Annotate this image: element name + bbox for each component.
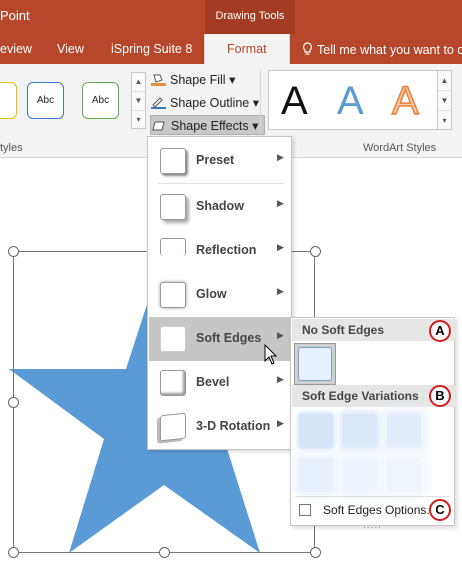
shape-styles-scroll[interactable]: ▲ ▼ ▾ [131, 72, 146, 129]
chevron-right-icon: ▶ [277, 152, 284, 162]
menu-divider [158, 183, 284, 184]
bevel-icon [160, 370, 186, 396]
shape-style-gold[interactable] [0, 82, 17, 119]
shape-styles-group-label: tyles [0, 142, 23, 154]
wordart-style-orange[interactable]: A [391, 78, 419, 124]
menu-item-shadow[interactable]: Shadow ▶ [149, 185, 291, 229]
wordart-style-blue[interactable]: A [337, 79, 364, 123]
pencil-icon [151, 97, 166, 109]
menu-item-label: Bevel [196, 375, 230, 389]
menu-item-bevel[interactable]: Bevel ▶ [149, 361, 291, 405]
wordart-scroll[interactable]: ▲ ▼ ▾ [437, 70, 452, 130]
scroll-up-icon[interactable]: ▲ [438, 71, 451, 91]
more-icon[interactable]: ▾ [438, 111, 451, 131]
glow-icon [160, 282, 186, 308]
scroll-down-icon[interactable]: ▼ [132, 92, 145, 111]
reflection-icon [160, 238, 186, 256]
chevron-right-icon: ▶ [277, 374, 284, 384]
shadow-icon [160, 194, 186, 220]
drawing-tools-context-tab: Drawing Tools [205, 0, 295, 34]
no-soft-edges-preview [298, 347, 332, 381]
shape-fill-label: Shape Fill [170, 73, 226, 87]
soft-edges-options-label: Soft Edges Options... [323, 503, 437, 517]
menu-item-label: Reflection [196, 243, 257, 257]
title-bar: Point Drawing Tools [0, 0, 462, 34]
soft-edges-submenu: No Soft Edges Soft Edge Variations Soft … [290, 317, 455, 531]
no-soft-edges-swatch[interactable] [294, 343, 336, 385]
tab-format[interactable]: Format [204, 34, 290, 64]
menu-item-label: 3-D Rotation [196, 419, 271, 433]
tab-ispring-suite[interactable]: iSpring Suite 8 [111, 42, 192, 56]
menu-item-label: Glow [196, 287, 227, 301]
scroll-up-icon[interactable]: ▲ [132, 73, 145, 92]
tell-me-label: Tell me what you want to d [317, 43, 462, 57]
shape-effects-button[interactable]: Shape Effects ▾ [150, 115, 266, 135]
soft-edge-variation[interactable] [387, 458, 421, 492]
soft-edge-variation[interactable] [299, 458, 333, 492]
app-title: Point [0, 8, 30, 23]
resize-handle[interactable] [8, 397, 19, 408]
wordart-group-label: WordArt Styles [363, 142, 437, 154]
resize-handle[interactable] [159, 547, 170, 558]
shape-style-blue[interactable]: Abc [27, 82, 64, 119]
menu-item-glow[interactable]: Glow ▶ [149, 273, 291, 317]
resize-handle[interactable] [8, 547, 19, 558]
tell-me-search[interactable]: Tell me what you want to d [302, 42, 462, 57]
chevron-right-icon: ▶ [277, 330, 284, 340]
menu-item-reflection[interactable]: Reflection ▶ [149, 229, 291, 273]
scroll-down-icon[interactable]: ▼ [438, 91, 451, 111]
wordart-gallery: A A A [268, 70, 438, 130]
shape-outline-label: Shape Outline [170, 96, 250, 110]
menu-item-preset[interactable]: Preset ▶ [149, 139, 291, 183]
resize-grip[interactable]: ..... [363, 520, 382, 531]
submenu-divider [295, 496, 450, 497]
shape-fill-button[interactable]: Shape Fill ▾ [150, 70, 235, 90]
mouse-cursor-icon [264, 344, 278, 365]
menu-item-label: Shadow [196, 199, 244, 213]
chevron-right-icon: ▶ [277, 198, 284, 208]
shape-effects-icon [152, 121, 165, 131]
resize-handle[interactable] [8, 246, 19, 257]
shape-effects-menu: Preset ▶ Shadow ▶ Reflection ▶ Glow ▶ So… [147, 136, 292, 450]
tab-view[interactable]: View [57, 42, 84, 56]
soft-edge-variation[interactable] [343, 458, 377, 492]
paint-bucket-icon [151, 74, 166, 86]
lightbulb-icon [303, 42, 312, 55]
annotation-badge-b: B [429, 385, 451, 407]
more-icon[interactable]: ▾ [132, 111, 145, 130]
preset-icon [160, 148, 186, 174]
soft-edges-options-icon [299, 504, 311, 516]
tab-review[interactable]: eview [0, 42, 32, 56]
annotation-badge-a: A [429, 320, 451, 342]
menu-item-3d-rotation[interactable]: 3-D Rotation ▶ [149, 405, 291, 449]
resize-handle[interactable] [310, 547, 321, 558]
shape-style-green[interactable]: Abc [82, 82, 119, 119]
annotation-badge-c: C [429, 499, 451, 521]
soft-edge-variation[interactable] [343, 414, 377, 448]
shape-outline-button[interactable]: Shape Outline ▾ [150, 93, 259, 113]
ribbon-tab-row: eview View iSpring Suite 8 Format Tell m… [0, 34, 462, 64]
soft-edges-icon [160, 326, 186, 352]
menu-item-label: Soft Edges [196, 331, 262, 345]
chevron-right-icon: ▶ [277, 242, 284, 252]
3d-rotation-icon [160, 412, 186, 442]
chevron-right-icon: ▶ [277, 418, 284, 428]
soft-edge-variation[interactable] [387, 414, 421, 448]
chevron-right-icon: ▶ [277, 286, 284, 296]
group-separator [260, 70, 261, 138]
wordart-style-black[interactable]: A [281, 79, 308, 123]
shape-effects-label: Shape Effects [171, 119, 249, 133]
resize-handle[interactable] [310, 246, 321, 257]
soft-edge-variation[interactable] [299, 414, 333, 448]
menu-item-label: Preset [196, 153, 235, 167]
